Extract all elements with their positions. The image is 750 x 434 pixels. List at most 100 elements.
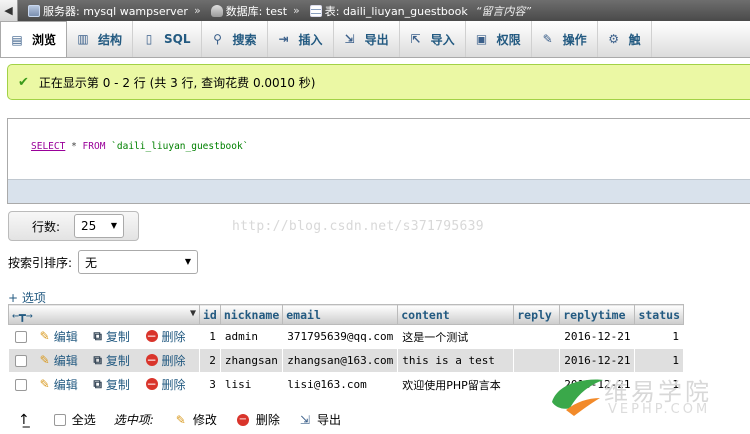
rows-per-page-select[interactable]: 25 ▼ [74,214,125,238]
tab-export[interactable]: ⇲ 导出 [334,21,400,57]
tab-sql[interactable]: ▯ SQL [133,21,202,57]
sql-box-footer [8,179,750,203]
tab-structure[interactable]: ▥ 结构 [67,21,134,57]
cell-status[interactable]: 1 [634,348,684,373]
delete-row-link[interactable]: − 删除 [145,376,186,393]
arrow-up-left-icon: ↑̲ [18,411,30,428]
sql-icon: ▯ [145,32,153,46]
cell-content[interactable]: this is a test [397,348,515,373]
cell-nickname[interactable]: admin [219,324,284,349]
cell-id[interactable]: 3 [199,372,221,397]
row-actions: ✎ 编辑 ⧉ 复制 − 删除 [8,372,200,397]
delete-icon: − [145,329,158,344]
table-row: ✎ 编辑 ⧉ 复制 − 删除 2 zhangsan zhangsan@163.com … [8,348,684,373]
cell-id[interactable]: 2 [199,348,221,373]
operations-icon: ✎ [542,32,553,46]
cell-replytime[interactable]: 2016-12-21 [559,348,636,373]
column-header-content[interactable]: content [397,304,515,325]
breadcrumb-database[interactable]: 数据库: test [210,3,287,19]
table-icon [309,4,322,17]
breadcrumb-table[interactable]: 表: daili_liuyan_guestbook [309,3,468,19]
column-header-id[interactable]: id [199,304,221,325]
copy-row-link[interactable]: ⧉ 复制 [93,376,130,393]
tab-import[interactable]: ⇱ 导入 [400,21,466,57]
cell-email[interactable]: lisi@163.com [282,372,399,397]
row-actions: ✎ 编辑 ⧉ 复制 − 删除 [8,348,200,373]
delete-row-link[interactable]: − 删除 [145,328,186,345]
cell-replytime[interactable]: 2016-12-21 [559,324,636,349]
sql-query-box: SELECT * FROM `daili_liuyan_guestbook` [7,118,750,204]
pencil-icon: ✎ [175,412,186,427]
bulk-actions-bar: ↑̲ 全选 选中项: ✎ 修改 − 删除 ⇲ 导出 [18,411,361,428]
cell-status[interactable]: 1 [634,324,684,349]
copy-row-link[interactable]: ⧉ 复制 [93,328,130,345]
column-header-status[interactable]: status [634,304,684,325]
cell-content[interactable]: 欢迎使用PHP留言本 [397,372,515,397]
triggers-icon: ⚙ [608,32,619,46]
row-checkbox[interactable] [15,379,27,392]
edit-row-link[interactable]: ✎ 编辑 [40,352,78,369]
row-actions: ✎ 编辑 ⧉ 复制 − 删除 [8,324,200,349]
export-icon: ⇲ [344,32,355,46]
cell-reply[interactable] [513,324,561,349]
pencil-icon: ✎ [39,377,50,392]
select-all-checkbox[interactable] [53,413,66,426]
privileges-icon: ▣ [475,32,488,46]
tab-bar: ▤ 浏览 ▥ 结构 ▯ SQL ⚲ 搜索 ⇥ 插入 ⇲ 导出 ⇱ 导入 ▣ 权限… [0,21,750,58]
column-header-email[interactable]: email [282,304,399,325]
breadcrumb-server[interactable]: 服务器: mysql wampserver [28,3,188,19]
row-checkbox[interactable] [15,355,27,368]
watermark: http://blog.csdn.net/s371795639 [232,219,484,234]
back-arrow-icon[interactable]: ◀ [0,0,18,21]
cell-content[interactable]: 这是一个测试 [397,324,515,349]
edit-row-link[interactable]: ✎ 编辑 [40,376,78,393]
column-menu-icon[interactable]: ▼ [190,308,196,319]
breadcrumb-separator: » [193,4,201,17]
table-row: ✎ 编辑 ⧉ 复制 − 删除 1 admin 371795639@qq.com 这是一… [8,324,684,349]
copy-icon: ⧉ [93,353,102,368]
delete-icon: − [236,413,249,426]
edit-row-link[interactable]: ✎ 编辑 [40,328,78,345]
insert-icon: ⇥ [278,32,289,46]
success-message: ✔ 正在显示第 0 - 2 行 (共 3 行, 查询花费 0.0010 秒) [7,64,750,100]
server-icon [28,4,40,17]
table-header-row: ←┳→ ▼ id nickname email content reply re… [8,304,684,325]
column-header-replytime[interactable]: replytime [559,304,636,325]
chevron-down-icon: ▼ [184,257,192,266]
cell-email[interactable]: 371795639@qq.com [282,324,399,349]
cell-nickname[interactable]: zhangsan [219,348,284,373]
tab-insert[interactable]: ⇥ 插入 [268,21,334,57]
leaf-logo-icon [552,379,603,416]
column-arrows-icon[interactable]: ←┳→ [12,308,33,322]
tab-browse[interactable]: ▤ 浏览 [0,21,68,57]
vephp-logo: 维易学院 VEPHP.COM [548,372,748,422]
sort-index-select[interactable]: 无 ▼ [78,250,199,274]
export-icon: ⇲ [299,412,310,427]
chevron-down-icon: ▼ [110,221,118,230]
copy-icon: ⧉ [93,329,102,344]
cell-nickname[interactable]: lisi [219,372,284,397]
bulk-edit-button[interactable]: ✎ 修改 [176,411,217,428]
import-icon: ⇱ [410,32,421,46]
column-header-reply[interactable]: reply [513,304,561,325]
pencil-icon: ✎ [39,353,50,368]
bulk-delete-button[interactable]: − 删除 [236,411,280,428]
copy-row-link[interactable]: ⧉ 复制 [93,352,130,369]
select-all-label[interactable]: 全选 [72,411,96,428]
delete-row-link[interactable]: − 删除 [145,352,186,369]
browse-icon: ▤ [11,32,23,47]
tab-triggers[interactable]: ⚙ 触 [598,21,652,57]
sql-query-text[interactable]: SELECT * FROM `daili_liuyan_guestbook` [31,141,248,152]
rows-per-page-control: 行数: 25 ▼ [8,211,139,241]
column-header-nickname[interactable]: nickname [219,304,284,325]
row-checkbox[interactable] [15,331,27,344]
cell-email[interactable]: zhangsan@163.com [282,348,399,373]
tab-privileges[interactable]: ▣ 权限 [466,21,532,57]
bulk-export-button[interactable]: ⇲ 导出 [300,411,341,428]
cell-id[interactable]: 1 [199,324,221,349]
cell-reply[interactable] [513,348,561,373]
tab-operations[interactable]: ✎ 操作 [532,21,598,57]
tab-search[interactable]: ⚲ 搜索 [202,21,268,57]
breadcrumb-separator: » [293,4,300,17]
delete-icon: − [145,353,158,368]
